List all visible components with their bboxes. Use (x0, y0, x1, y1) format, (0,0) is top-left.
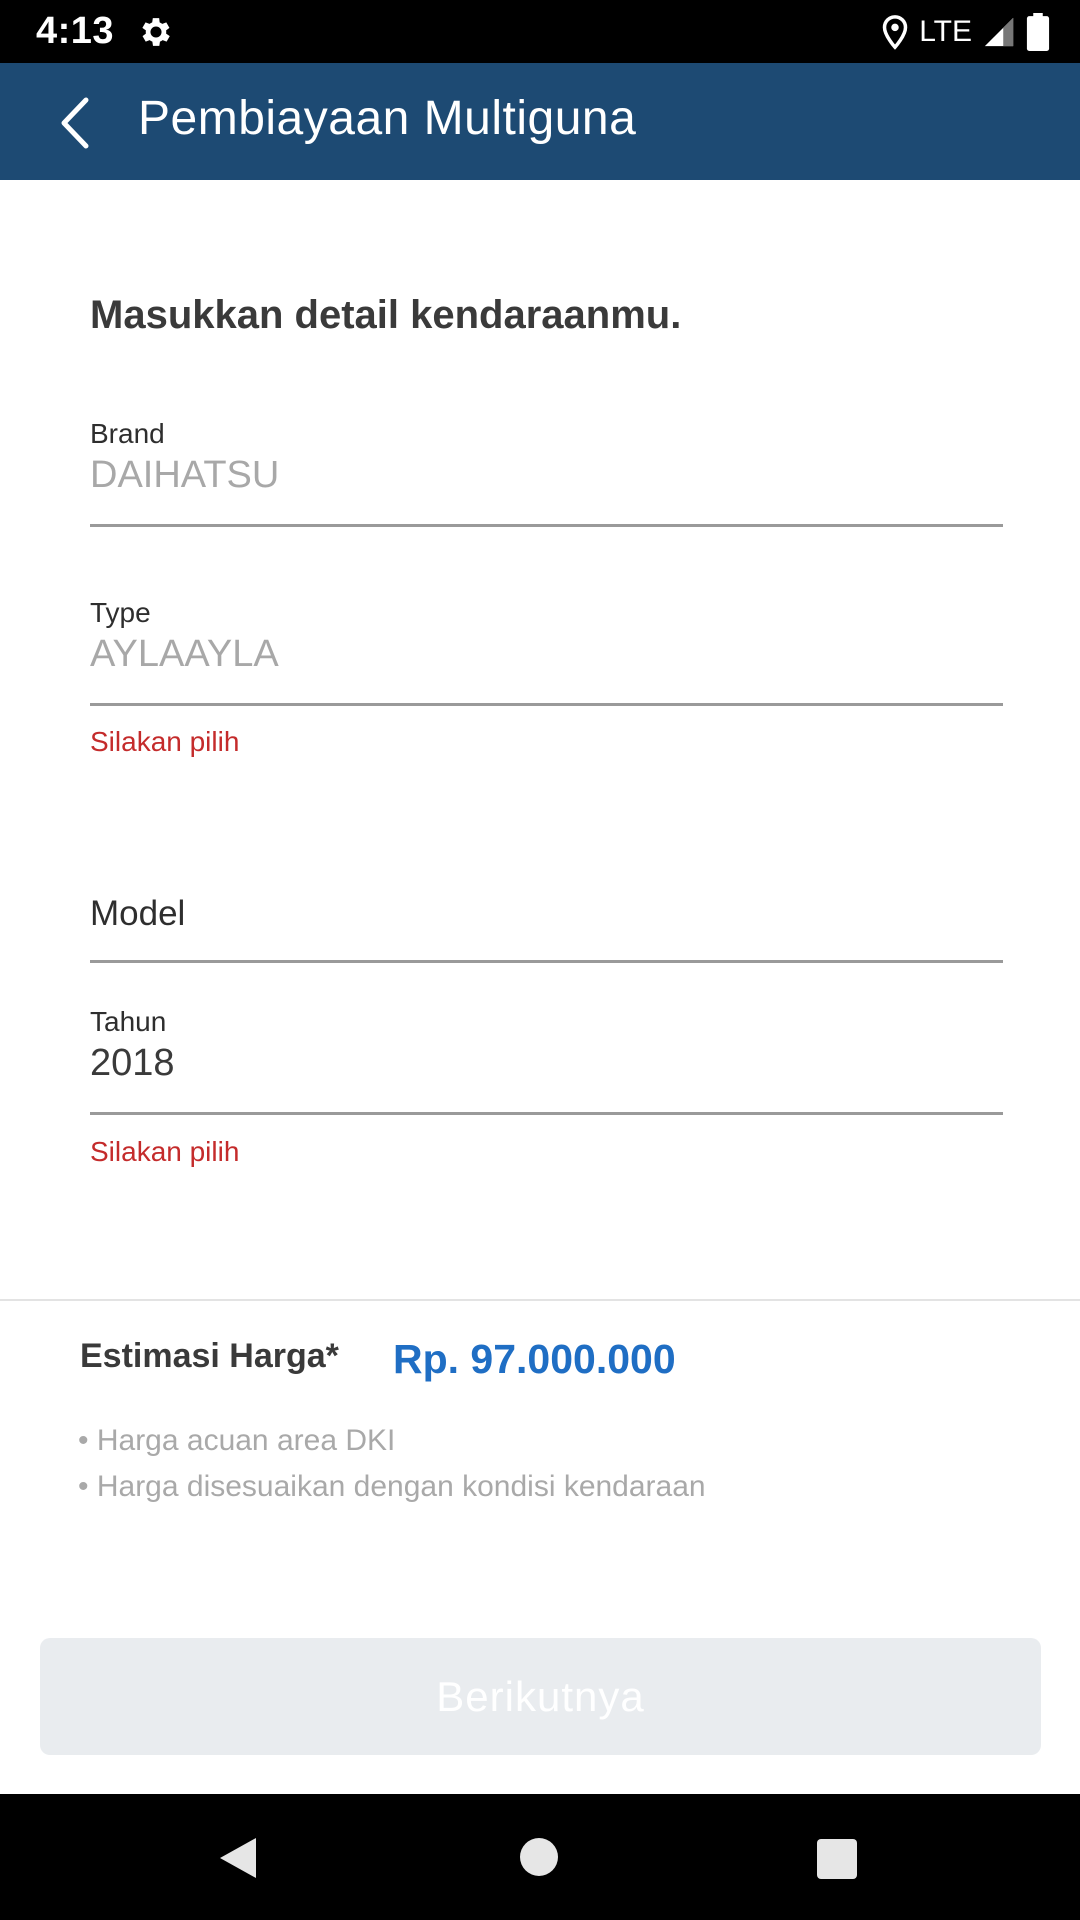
year-underline (90, 1112, 1003, 1115)
type-underline (90, 703, 1003, 706)
type-label: Type (90, 597, 151, 628)
system-nav-bar (0, 1794, 1080, 1920)
brand-underline (90, 524, 1003, 527)
network-type: LTE (919, 15, 972, 48)
back-button[interactable] (40, 88, 110, 158)
next-button[interactable]: Berikutnya (40, 1638, 1041, 1755)
nav-home-icon[interactable] (520, 1838, 558, 1876)
location-icon (882, 15, 908, 50)
chevron-left-icon (61, 97, 89, 149)
gear-icon (142, 18, 170, 46)
brand-value: DAIHATSU (90, 454, 280, 496)
estimate-note: • Harga disesuaikan dengan kondisi kenda… (78, 1470, 706, 1503)
signal-icon (984, 17, 1014, 47)
year-value: 2018 (90, 1042, 175, 1084)
model-underline (90, 960, 1003, 963)
nav-back-icon[interactable] (214, 1834, 262, 1882)
status-icons: LTE (881, 12, 1050, 52)
type-value: AYLAAYLA (90, 633, 279, 675)
form-heading: Masukkan detail kendaraanmu. (90, 293, 682, 337)
estimate-value: Rp. 97.000.000 (393, 1336, 676, 1382)
brand-label: Brand (90, 418, 165, 449)
estimate-label: Estimasi Harga* (80, 1337, 339, 1375)
model-field[interactable]: Model (90, 894, 1003, 964)
app-bar: Pembiayaan Multiguna (0, 63, 1080, 180)
status-time: 4:13 (36, 10, 115, 52)
estimate-note: • Harga acuan area DKI (78, 1424, 396, 1457)
year-label: Tahun (90, 1006, 167, 1037)
year-field[interactable]: Tahun 2018 (90, 1006, 1003, 1116)
year-error: Silakan pilih (90, 1136, 240, 1167)
page-title: Pembiayaan Multiguna (138, 92, 637, 145)
type-field[interactable]: Type AYLAAYLA (90, 597, 1003, 707)
brand-field[interactable]: Brand DAIHATSU (90, 418, 1003, 528)
battery-icon (1026, 13, 1050, 51)
type-error: Silakan pilih (90, 726, 240, 757)
model-label: Model (90, 894, 186, 933)
section-divider (0, 1299, 1080, 1301)
status-bar: 4:13 LTE (0, 0, 1080, 63)
nav-recent-icon[interactable] (817, 1839, 857, 1879)
